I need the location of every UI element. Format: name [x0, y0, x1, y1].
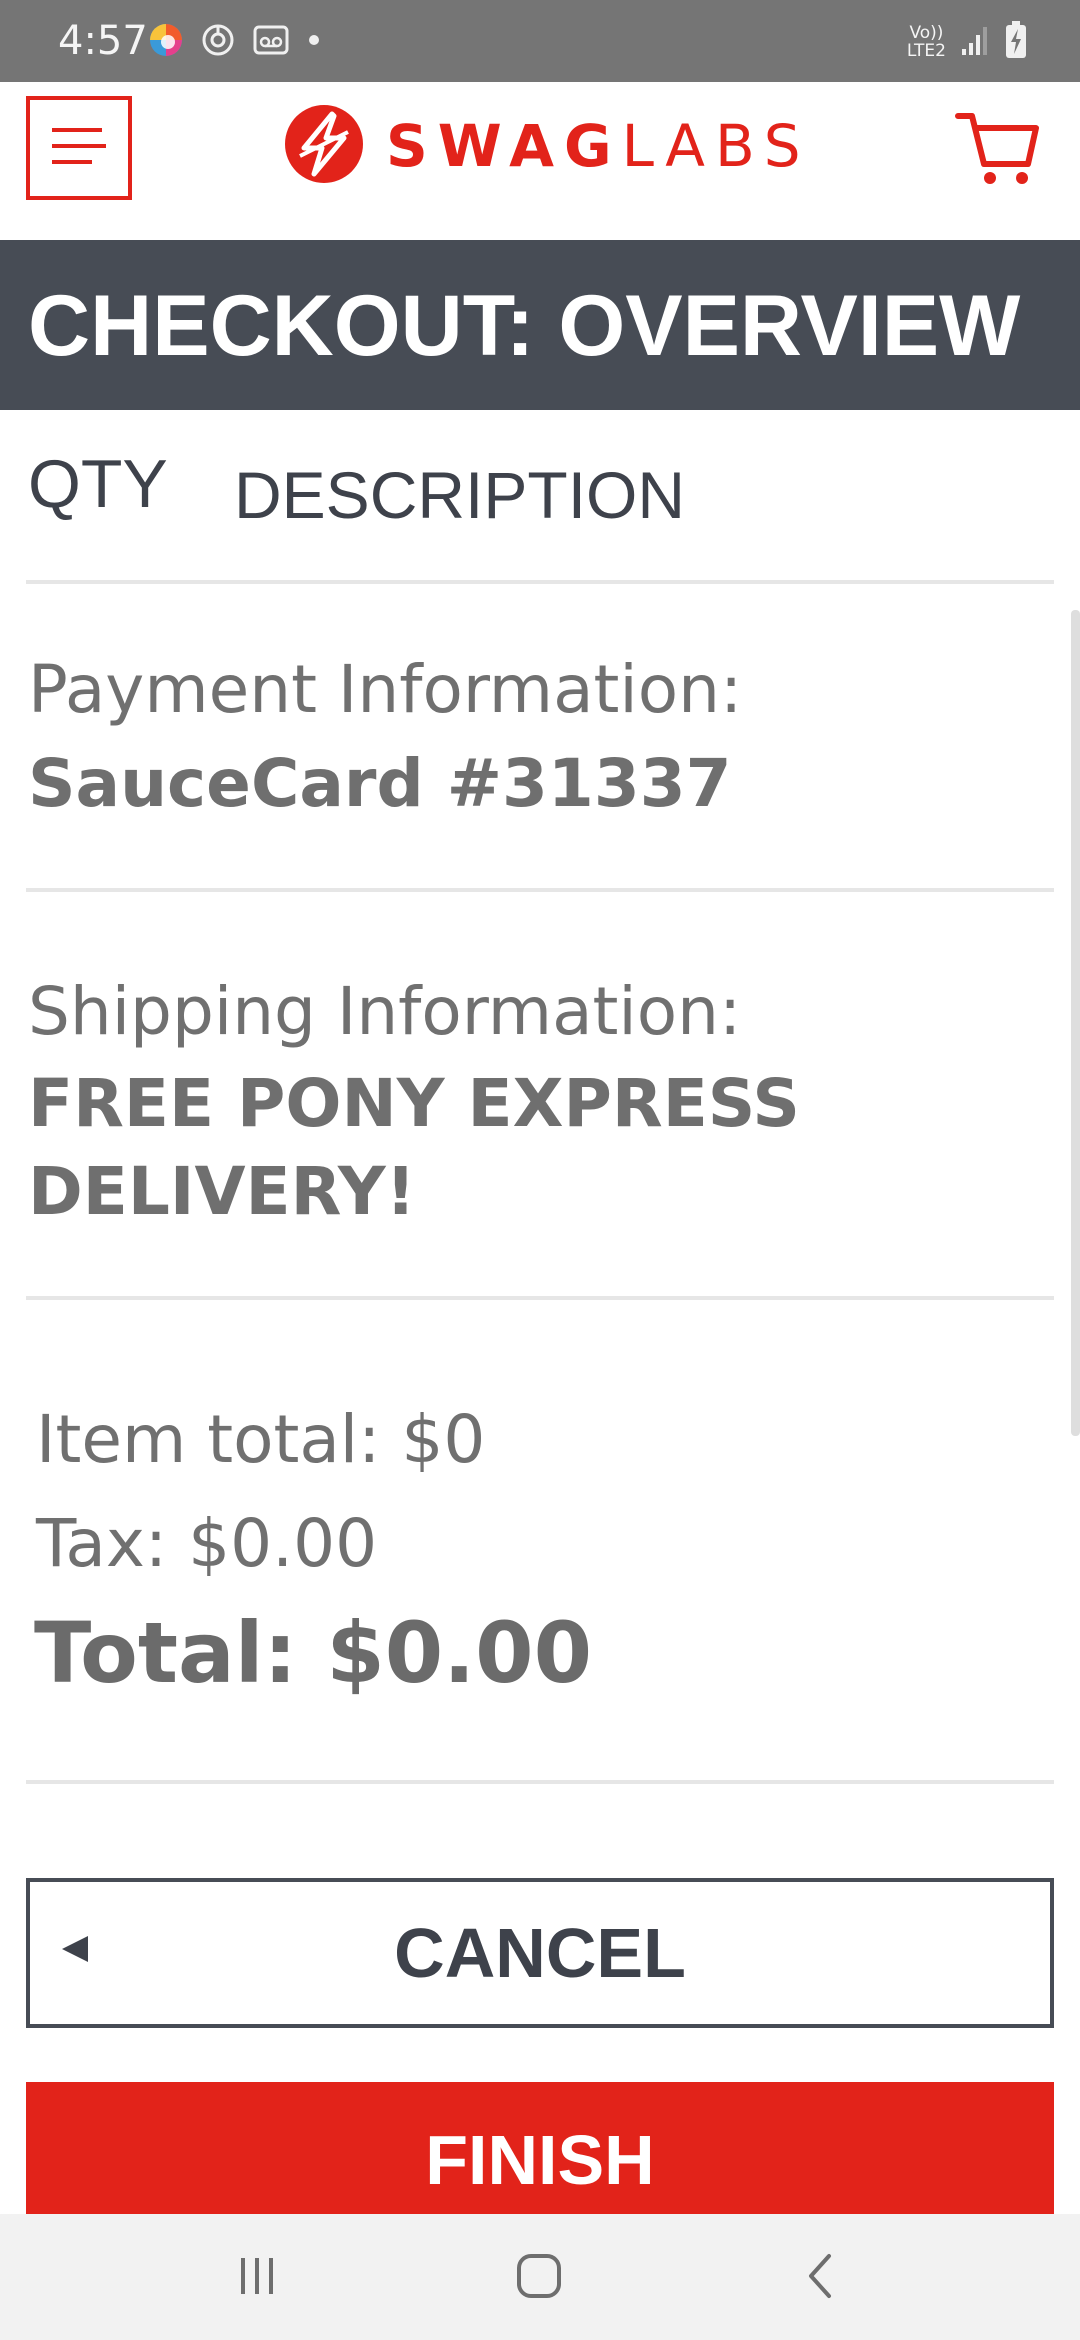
swag-labs-logo-icon: [284, 104, 364, 188]
page-title: CHECKOUT: OVERVIEW: [28, 278, 1021, 374]
divider: [26, 888, 1054, 892]
edge-browser-icon: [148, 22, 184, 62]
brand-name: SWAGLABS: [386, 104, 811, 188]
system-navigation-bar: [0, 2214, 1080, 2340]
battery-charging-icon: [1004, 20, 1028, 64]
status-time: 4:57: [58, 18, 148, 64]
home-icon: [515, 2252, 563, 2304]
menu-button[interactable]: [26, 96, 132, 200]
cart-button[interactable]: [954, 104, 1044, 194]
brand-logo: SWAGLABS: [284, 104, 811, 188]
shipping-info-label: Shipping Information:: [28, 973, 742, 1050]
divider: [26, 1296, 1054, 1300]
recent-apps-icon: [235, 2254, 279, 2302]
back-icon: [801, 2252, 841, 2304]
finish-button-label: FINISH: [425, 2121, 655, 2199]
lte-label: LTE2: [906, 41, 946, 61]
description-column-header: DESCRIPTION: [234, 458, 686, 532]
scrollbar[interactable]: [1071, 610, 1080, 1436]
voicemail-icon: [252, 22, 290, 62]
status-system-icons: Vo)) LTE2: [907, 18, 1028, 66]
order-total: Total: $0.00: [34, 1604, 593, 1702]
app-header: SWAGLABS: [0, 82, 1080, 240]
recent-apps-button[interactable]: [212, 2238, 302, 2318]
status-notification-icons: [148, 20, 322, 64]
qty-column-header: QTY: [28, 446, 168, 522]
cancel-button[interactable]: CANCEL: [26, 1878, 1054, 2028]
divider: [26, 580, 1054, 584]
finish-button[interactable]: FINISH: [26, 2082, 1054, 2216]
signal-strength-icon: [960, 23, 990, 61]
tax-amount: Tax: $0.00: [36, 1505, 378, 1582]
notification-dot-icon: [306, 32, 322, 52]
payment-info-value: SauceCard #31337: [28, 745, 732, 822]
status-bar: 4:57 Vo)) LTE2: [0, 0, 1080, 82]
hamburger-menu-icon: [50, 124, 108, 172]
cancel-button-label: CANCEL: [394, 1914, 686, 1992]
brand-name-light: LABS: [621, 112, 811, 180]
sync-circle-icon: [200, 22, 236, 62]
home-button[interactable]: [494, 2238, 584, 2318]
volte-indicator: Vo)) LTE2: [907, 24, 946, 60]
brand-name-bold: SWAG: [386, 112, 622, 180]
volte-label: Vo)): [909, 23, 944, 43]
cart-icon: [954, 113, 1044, 198]
divider: [26, 1780, 1054, 1784]
title-bar: CHECKOUT: OVERVIEW: [0, 240, 1080, 410]
shipping-info-value-line2: DELIVERY!: [28, 1153, 416, 1230]
back-button[interactable]: [776, 2238, 866, 2318]
shipping-info-value-line1: FREE PONY EXPRESS: [28, 1065, 800, 1142]
item-total: Item total: $0: [36, 1401, 486, 1478]
payment-info-label: Payment Information:: [28, 651, 743, 728]
